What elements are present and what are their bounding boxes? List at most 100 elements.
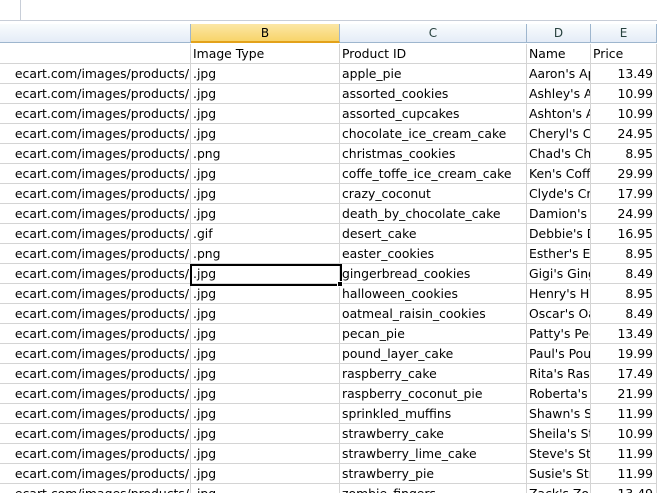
- cell-product-id[interactable]: pound_layer_cake: [340, 344, 527, 364]
- column-header-c[interactable]: C: [340, 24, 527, 43]
- cell-image-type[interactable]: .jpg: [191, 184, 340, 204]
- cell-product-id[interactable]: apple_pie: [340, 64, 527, 84]
- cell-a-header[interactable]: [0, 44, 191, 64]
- cell-price[interactable]: 8.95: [591, 244, 657, 264]
- cell-product-id[interactable]: assorted_cookies: [340, 84, 527, 104]
- cell-image-type[interactable]: .jpg: [191, 404, 340, 424]
- cell-name[interactable]: Oscar's Oatmeal Raisin Cookies: [527, 304, 591, 324]
- cell-price[interactable]: 10.99: [591, 104, 657, 124]
- cell-image-path[interactable]: ecart.com/images/products/: [0, 184, 191, 204]
- cell-price[interactable]: 11.99: [591, 444, 657, 464]
- cell-image-path[interactable]: ecart.com/images/products/: [0, 104, 191, 124]
- cell-price[interactable]: 8.49: [591, 304, 657, 324]
- cell-image-path[interactable]: ecart.com/images/products/: [0, 344, 191, 364]
- cell-image-path[interactable]: ecart.com/images/products/: [0, 444, 191, 464]
- cell-product-id[interactable]: pecan_pie: [340, 324, 527, 344]
- cell-image-path[interactable]: ecart.com/images/products/: [0, 264, 191, 284]
- cell-price[interactable]: 8.95: [591, 284, 657, 304]
- cell-price[interactable]: 24.95: [591, 124, 657, 144]
- cell-product-id[interactable]: zombie_fingers: [340, 484, 527, 493]
- cell-price[interactable]: 13.49: [591, 64, 657, 84]
- cell-image-path[interactable]: ecart.com/images/products/: [0, 324, 191, 344]
- cell-name[interactable]: Ashley's Assorted Cookies: [527, 84, 591, 104]
- column-header-d[interactable]: D: [527, 24, 591, 43]
- cell-image-path[interactable]: ecart.com/images/products/: [0, 124, 191, 144]
- cell-image-type[interactable]: .jpg: [191, 324, 340, 344]
- cell-image-path[interactable]: ecart.com/images/products/: [0, 244, 191, 264]
- cell-price[interactable]: 13.49: [591, 484, 657, 493]
- cell-image-type[interactable]: .png: [191, 244, 340, 264]
- cell-image-path[interactable]: ecart.com/images/products/: [0, 424, 191, 444]
- cell-product-id[interactable]: christmas_cookies: [340, 144, 527, 164]
- cell-product-id[interactable]: oatmeal_raisin_cookies: [340, 304, 527, 324]
- cell-image-type[interactable]: .gif: [191, 224, 340, 244]
- column-header-a[interactable]: [0, 24, 191, 43]
- cell-image-path[interactable]: ecart.com/images/products/: [0, 64, 191, 84]
- cell-product-id[interactable]: assorted_cupcakes: [340, 104, 527, 124]
- cell-name[interactable]: Ken's Coffee Toffee Ice Cream Cake: [527, 164, 591, 184]
- cell-image-type[interactable]: .jpg: [191, 424, 340, 444]
- cell-price[interactable]: 8.95: [591, 144, 657, 164]
- cell-product-id-header[interactable]: Product ID: [340, 44, 527, 64]
- cell-price[interactable]: 16.95: [591, 224, 657, 244]
- cell-price-header[interactable]: Price: [591, 44, 657, 64]
- cell-price[interactable]: 10.99: [591, 84, 657, 104]
- cell-name[interactable]: Esther's Easter Cookies: [527, 244, 591, 264]
- formula-bar[interactable]: [0, 0, 657, 21]
- cell-image-path[interactable]: ecart.com/images/products/: [0, 304, 191, 324]
- cell-name[interactable]: Damion's Death by Chocolate Cake: [527, 204, 591, 224]
- cell-product-id[interactable]: strawberry_cake: [340, 424, 527, 444]
- cell-name[interactable]: Steve's Strawberry Lime Cake: [527, 444, 591, 464]
- cell-image-type[interactable]: .jpg: [191, 284, 340, 304]
- cell-product-id[interactable]: strawberry_lime_cake: [340, 444, 527, 464]
- cell-image-path[interactable]: ecart.com/images/products/: [0, 364, 191, 384]
- cell-name[interactable]: Patty's Pecan Pie: [527, 324, 591, 344]
- cell-price[interactable]: 13.49: [591, 324, 657, 344]
- cell-image-path[interactable]: ecart.com/images/products/: [0, 224, 191, 244]
- cell-image-type-header[interactable]: Image Type: [191, 44, 340, 64]
- cell-product-id[interactable]: easter_cookies: [340, 244, 527, 264]
- cell-product-id[interactable]: crazy_coconut: [340, 184, 527, 204]
- cell-image-type[interactable]: .jpg: [191, 464, 340, 484]
- cell-name[interactable]: Roberta's Raspberry Coconut Pie: [527, 384, 591, 404]
- column-header-e[interactable]: E: [591, 24, 657, 43]
- cell-name[interactable]: Henry's Halloween Cookies: [527, 284, 591, 304]
- cell-image-path[interactable]: ecart.com/images/products/: [0, 204, 191, 224]
- cell-image-type[interactable]: .jpg: [191, 344, 340, 364]
- cell-name[interactable]: Rita's Raspberry Cake: [527, 364, 591, 384]
- spreadsheet-grid[interactable]: B C D E Image Type Product ID Name Price…: [0, 24, 657, 493]
- cell-product-id[interactable]: sprinkled_muffins: [340, 404, 527, 424]
- cell-image-type[interactable]: .jpg: [191, 104, 340, 124]
- cell-name[interactable]: Sheila's Strawberry Cake: [527, 424, 591, 444]
- cell-image-path[interactable]: ecart.com/images/products/: [0, 84, 191, 104]
- cell-price[interactable]: 8.49: [591, 264, 657, 284]
- cell-name[interactable]: Zack's Zombie Fingers: [527, 484, 591, 493]
- cell-name[interactable]: Ashton's Assorted Cupcakes: [527, 104, 591, 124]
- cell-name[interactable]: Debbie's Desert Cake: [527, 224, 591, 244]
- cell-name[interactable]: Clyde's Crazy Coconut: [527, 184, 591, 204]
- cell-product-id[interactable]: gingerbread_cookies: [340, 264, 527, 284]
- cell-image-type[interactable]: .jpg: [191, 264, 340, 284]
- cell-image-type[interactable]: .jpg: [191, 384, 340, 404]
- cell-product-id[interactable]: coffe_toffe_ice_cream_cake: [340, 164, 527, 184]
- cell-product-id[interactable]: chocolate_ice_cream_cake: [340, 124, 527, 144]
- cell-image-path[interactable]: ecart.com/images/products/: [0, 484, 191, 493]
- cell-image-type[interactable]: .jpg: [191, 84, 340, 104]
- cell-product-id[interactable]: halloween_cookies: [340, 284, 527, 304]
- cell-image-type[interactable]: .jpg: [191, 204, 340, 224]
- cell-price[interactable]: 11.99: [591, 404, 657, 424]
- cell-product-id[interactable]: strawberry_pie: [340, 464, 527, 484]
- cell-name[interactable]: Chad's Christmas Cookies: [527, 144, 591, 164]
- cell-image-path[interactable]: ecart.com/images/products/: [0, 164, 191, 184]
- cell-name[interactable]: Cheryl's Chocolate Ice Cream Cake: [527, 124, 591, 144]
- cell-name[interactable]: Shawn's Sprinkled Muffins: [527, 404, 591, 424]
- cell-image-path[interactable]: ecart.com/images/products/: [0, 404, 191, 424]
- cell-name[interactable]: Paul's Pound Layer Cake: [527, 344, 591, 364]
- fill-handle[interactable]: [337, 281, 343, 287]
- cell-product-id[interactable]: death_by_chocolate_cake: [340, 204, 527, 224]
- cell-image-type[interactable]: .jpg: [191, 64, 340, 84]
- cell-price[interactable]: 11.99: [591, 464, 657, 484]
- cell-price[interactable]: 24.99: [591, 204, 657, 224]
- cell-name[interactable]: Aaron's Apple Pie: [527, 64, 591, 84]
- cell-price[interactable]: 29.99: [591, 164, 657, 184]
